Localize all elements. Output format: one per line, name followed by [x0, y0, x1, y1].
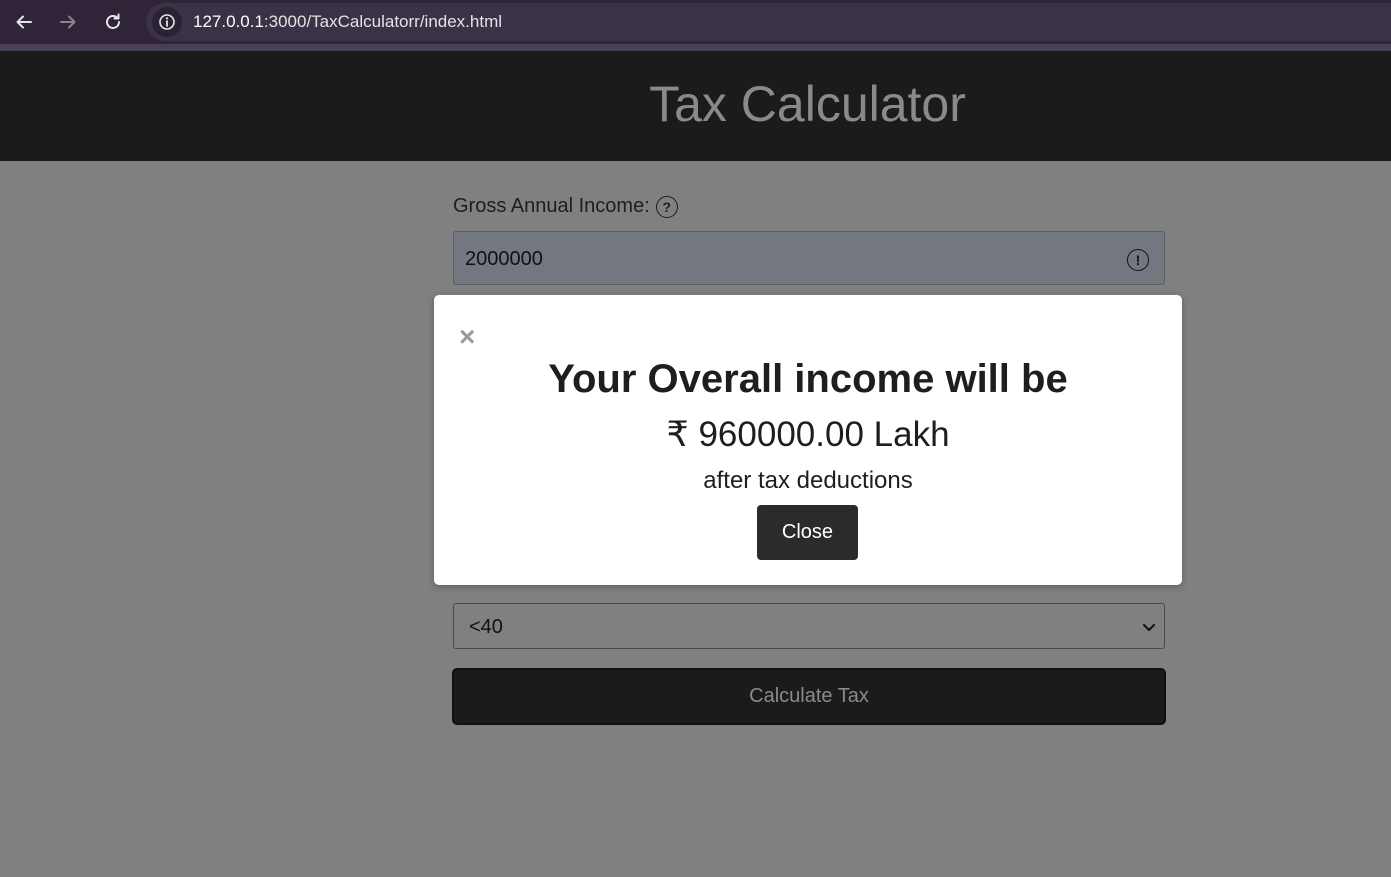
result-modal: × Your Overall income will be ₹ 960000.0…	[434, 295, 1182, 585]
help-icon[interactable]: ?	[655, 195, 678, 218]
url-text[interactable]: 127.0.0.1:3000/TaxCalculatorr/index.html	[193, 12, 502, 32]
income-label-text: Gross Annual Income:	[453, 195, 650, 217]
url-host: 127.0.0.1	[193, 12, 264, 31]
chevron-down-icon	[1143, 624, 1155, 631]
modal-subtext: after tax deductions	[703, 467, 913, 494]
browser-toolbar: 127.0.0.1:3000/TaxCalculatorr/index.html	[0, 0, 1391, 44]
income-input[interactable]: 2000000 !	[453, 231, 1165, 285]
page-title: Tax Calculator	[649, 76, 966, 132]
alert-icon: !	[1127, 249, 1149, 271]
forward-icon	[60, 15, 76, 29]
close-button[interactable]: Close	[757, 505, 858, 560]
income-label: Gross Annual Income: ?	[453, 195, 678, 218]
address-bar[interactable]: 127.0.0.1:3000/TaxCalculatorr/index.html	[146, 3, 1391, 41]
forward-button[interactable]	[53, 7, 83, 37]
age-selected-value: <40	[469, 616, 503, 638]
net-income-amount: ₹ 960000.00 Lakh	[666, 415, 950, 454]
calculate-tax-button[interactable]: Calculate Tax	[452, 668, 1166, 725]
reload-icon	[106, 13, 120, 29]
reload-button[interactable]	[98, 7, 128, 37]
url-path: :3000/TaxCalculatorr/index.html	[263, 12, 503, 31]
site-info-button[interactable]	[152, 7, 182, 37]
page-header: Tax Calculator	[0, 51, 1391, 161]
browser-divider	[0, 44, 1391, 51]
back-button[interactable]	[9, 7, 39, 37]
modal-heading: Your Overall income will be	[548, 357, 1068, 401]
close-icon[interactable]: ×	[459, 323, 475, 351]
site-info-icon	[159, 14, 175, 30]
back-icon	[16, 15, 32, 29]
income-value: 2000000	[465, 248, 543, 270]
age-group-select[interactable]: <40	[453, 603, 1165, 649]
